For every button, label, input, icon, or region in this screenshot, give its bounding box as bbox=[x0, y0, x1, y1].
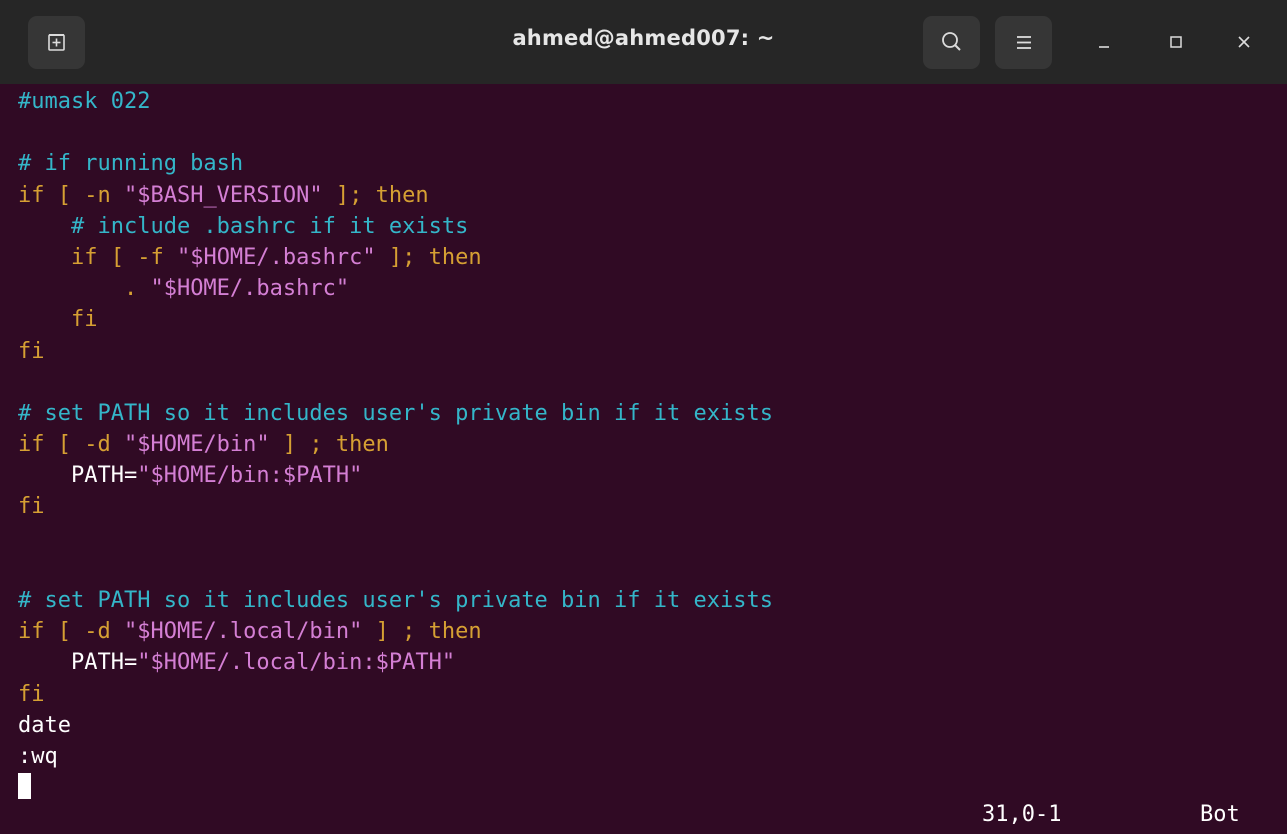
code-token: "$HOME/.local/bin" bbox=[123, 619, 363, 645]
code-token: if [ -n bbox=[18, 182, 124, 208]
code-token: "$HOME/.bashrc" bbox=[150, 276, 350, 302]
code-token: PATH= bbox=[18, 650, 138, 676]
code-line: date bbox=[18, 710, 1287, 741]
code-token: . bbox=[18, 276, 151, 302]
maximize-button[interactable] bbox=[1156, 22, 1196, 62]
code-line: PATH="$HOME/bin:$PATH" bbox=[18, 460, 1287, 491]
code-line: fi bbox=[18, 679, 1287, 710]
code-token: fi bbox=[18, 307, 98, 333]
code-token: ]; then bbox=[375, 244, 482, 270]
code-token: :wq bbox=[18, 743, 58, 769]
code-token: date bbox=[18, 712, 71, 738]
terminal-window: ahmed@ahmed007: ~ #umask 022 # if runnin… bbox=[0, 0, 1287, 834]
code-line: # if running bash bbox=[18, 148, 1287, 179]
code-token: "$BASH_VERSION" bbox=[123, 182, 323, 208]
code-line: # set PATH so it includes user's private… bbox=[18, 398, 1287, 429]
code-line: PATH="$HOME/.local/bin:$PATH" bbox=[18, 647, 1287, 678]
code-token: "$HOME/bin:$PATH" bbox=[137, 463, 363, 489]
code-token: if [ -d bbox=[18, 432, 124, 458]
code-line: fi bbox=[18, 336, 1287, 367]
code-token: "$HOME/bin" bbox=[123, 432, 270, 458]
code-token: #umask 022 bbox=[18, 89, 151, 114]
code-token: ]; then bbox=[322, 182, 429, 208]
code-token: ] ; then bbox=[362, 619, 482, 645]
text-cursor bbox=[18, 773, 31, 800]
code-line: . "$HOME/.bashrc" bbox=[18, 273, 1287, 304]
code-line: if [ -d "$HOME/.local/bin" ] ; then bbox=[18, 616, 1287, 647]
code-token: fi bbox=[18, 338, 45, 364]
code-token: # set PATH so it includes user's private… bbox=[18, 588, 773, 613]
code-line: fi bbox=[18, 491, 1287, 522]
cursor-line bbox=[18, 772, 1287, 803]
code-line: # set PATH so it includes user's private… bbox=[18, 585, 1287, 616]
code-token: if [ -f bbox=[18, 244, 177, 270]
code-token: # set PATH so it includes user's private… bbox=[18, 400, 773, 426]
close-button[interactable] bbox=[1224, 22, 1264, 62]
code-token: # if running bash bbox=[18, 151, 244, 177]
cursor-position: 31,0-1 bbox=[982, 802, 1062, 827]
scroll-indicator: Bot bbox=[1200, 802, 1240, 827]
code-token: if [ -d bbox=[18, 619, 124, 645]
minimize-button[interactable] bbox=[1084, 22, 1124, 62]
vim-editor-buffer[interactable]: #umask 022 # if running bash if [ -n "$BA… bbox=[0, 84, 1287, 834]
code-line: if [ -d "$HOME/bin" ] ; then bbox=[18, 429, 1287, 460]
code-token: fi bbox=[18, 494, 45, 520]
code-line: if [ -f "$HOME/.bashrc" ]; then bbox=[18, 242, 1287, 273]
menu-button[interactable] bbox=[995, 16, 1052, 69]
code-token: # include .bashrc if it exists bbox=[18, 213, 469, 239]
code-token: ] ; then bbox=[269, 432, 389, 458]
code-token: "$HOME/.local/bin:$PATH" bbox=[137, 650, 456, 676]
code-token: fi bbox=[18, 681, 45, 707]
code-token: "$HOME/.bashrc" bbox=[176, 244, 376, 270]
code-line: :wq bbox=[18, 741, 1287, 772]
code-line: fi bbox=[18, 304, 1287, 335]
search-button[interactable] bbox=[923, 16, 980, 69]
code-token: PATH= bbox=[18, 463, 138, 489]
title-bar: ahmed@ahmed007: ~ bbox=[0, 0, 1287, 85]
code-line: # include .bashrc if it exists bbox=[18, 211, 1287, 242]
code-line: #umask 022 bbox=[18, 86, 1287, 117]
code-line: if [ -n "$BASH_VERSION" ]; then bbox=[18, 180, 1287, 211]
